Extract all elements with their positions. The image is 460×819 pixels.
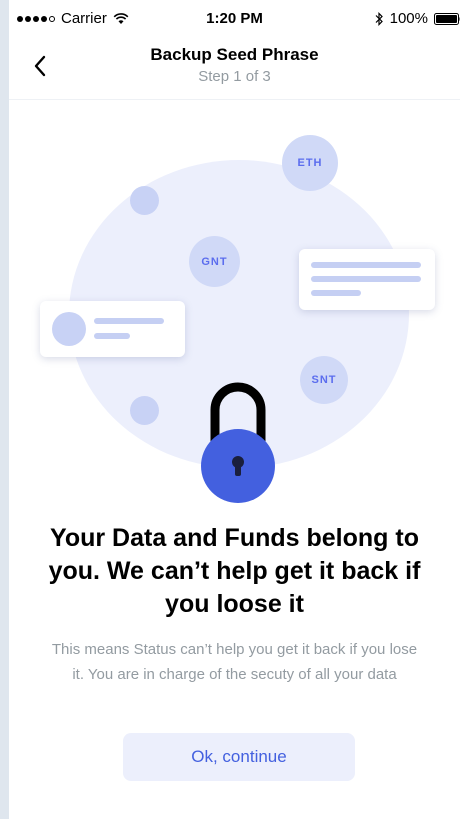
snt-token-icon: SNT xyxy=(300,356,348,404)
continue-button[interactable]: Ok, continue xyxy=(123,733,355,781)
avatar-placeholder xyxy=(52,312,86,346)
main-heading: Your Data and Funds belong to you. We ca… xyxy=(48,524,421,618)
decorative-card-right xyxy=(299,249,435,310)
snt-token-label: SNT xyxy=(311,374,337,386)
page-title: Backup Seed Phrase xyxy=(150,45,319,64)
padlock-icon xyxy=(201,382,275,503)
decorative-card-left xyxy=(40,301,185,357)
status-right: 100% xyxy=(374,10,460,27)
battery-icon xyxy=(434,12,460,25)
security-illustration: ETH GNT SNT xyxy=(9,100,460,510)
battery-percent: 100% xyxy=(389,10,428,27)
decorative-dot xyxy=(130,186,159,215)
step-indicator: Step 1 of 3 xyxy=(198,68,271,85)
bluetooth-icon xyxy=(375,11,383,26)
phone-screen: Carrier 1:20 PM 100% Backup Seed Phrase … xyxy=(9,0,460,819)
decorative-dot xyxy=(130,396,159,425)
navigation-header: Backup Seed Phrase Step 1 of 3 xyxy=(9,38,460,100)
gnt-token-icon: GNT xyxy=(189,236,240,287)
description-text: This means Status can’t help you get it … xyxy=(51,641,418,683)
eth-token-label: ETH xyxy=(297,157,323,169)
gnt-token-label: GNT xyxy=(201,255,228,268)
eth-token-icon: ETH xyxy=(282,135,338,191)
status-bar: Carrier 1:20 PM 100% xyxy=(9,0,460,38)
